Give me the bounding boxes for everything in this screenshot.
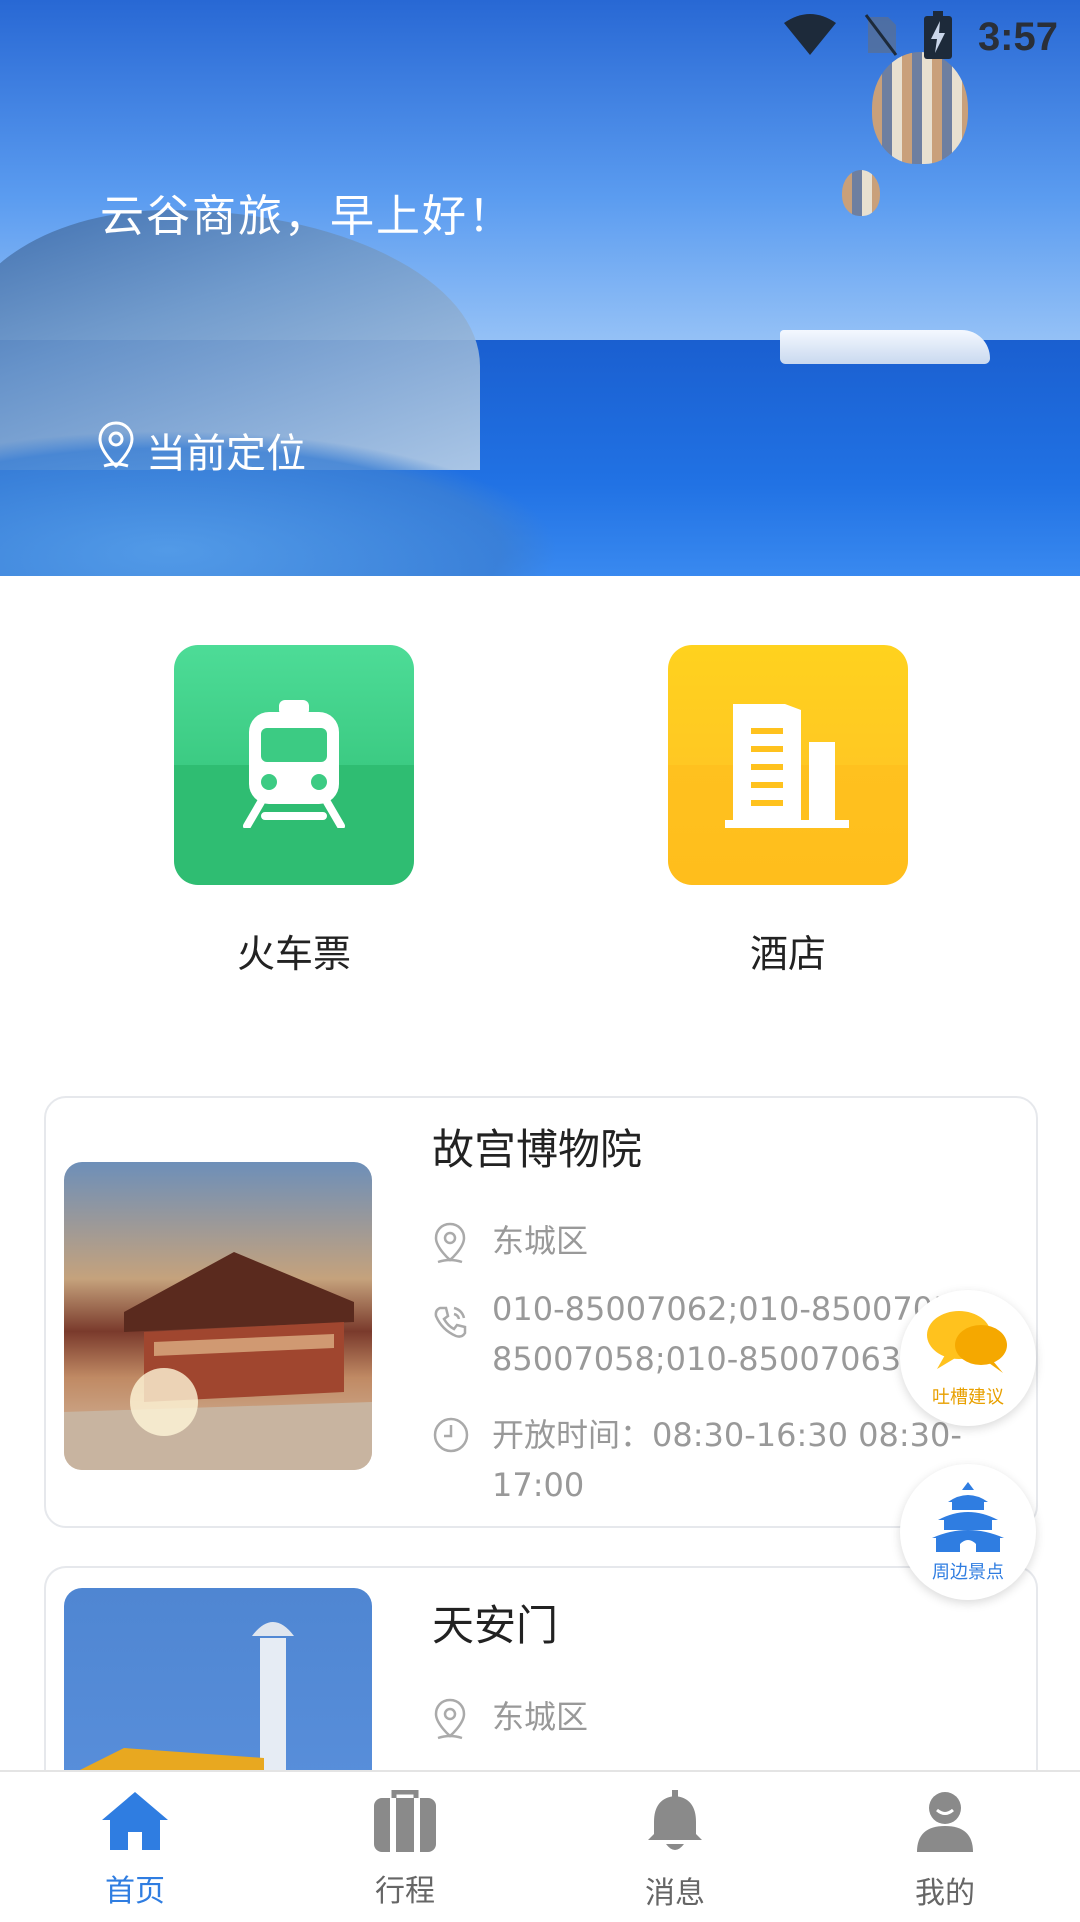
current-location-button[interactable]: 当前定位 — [96, 420, 306, 480]
battery-charging-icon — [923, 11, 952, 63]
attraction-hours-line2: 17:00 — [492, 1466, 585, 1504]
tab-home[interactable]: 首页 — [0, 1772, 270, 1922]
attraction-hours-row: 开放时间：08:30-16:30 08:30- 17:00 — [432, 1410, 992, 1510]
bottom-tab-bar: 首页 行程 消息 我的 — [0, 1770, 1080, 1922]
building-icon — [723, 698, 853, 832]
hotel-tile — [668, 645, 908, 885]
tab-itinerary[interactable]: 行程 — [270, 1772, 540, 1922]
train-ticket-label: 火车票 — [236, 932, 351, 976]
attraction-hours-line1: 开放时间：08:30-16:30 08:30- — [492, 1416, 962, 1454]
attraction-name: 故宫博物院 — [432, 1125, 643, 1174]
clock-time: 3:57 — [977, 14, 1058, 59]
nearby-attractions-label: 周边景点 — [932, 1562, 1004, 1583]
hot-air-balloon-small — [842, 170, 880, 216]
attraction-phone-line1: 010-85007062;010-85007057 — [492, 1290, 974, 1328]
train-ticket-button[interactable]: 火车票 — [174, 645, 414, 978]
bell-icon — [646, 1790, 704, 1858]
tab-profile[interactable]: 我的 — [810, 1772, 1080, 1922]
location-pin-icon — [96, 420, 136, 480]
no-sim-icon — [864, 13, 898, 61]
location-pin-icon — [432, 1698, 472, 1744]
attraction-district: 东城区 — [492, 1698, 589, 1736]
wifi-icon — [782, 13, 838, 61]
greeting-text: 云谷商旅，早上好！ — [100, 191, 514, 242]
feedback-button[interactable]: 吐槽建议 — [900, 1290, 1036, 1426]
hotel-label: 酒店 — [749, 932, 826, 976]
tab-home-label: 首页 — [105, 1874, 165, 1909]
attraction-name: 天安门 — [432, 1601, 559, 1650]
phone-icon — [432, 1304, 472, 1344]
suitcase-icon — [372, 1789, 438, 1856]
attraction-district-row: 东城区 — [432, 1216, 992, 1268]
nearby-attractions-button[interactable]: 周边景点 — [900, 1464, 1036, 1600]
temple-icon — [928, 1480, 1008, 1556]
tab-messages[interactable]: 消息 — [540, 1772, 810, 1922]
train-icon — [239, 698, 349, 832]
status-bar: 3:57 — [782, 11, 1058, 63]
attraction-card[interactable]: 故宫博物院 东城区 010-85007062;010-85007057 8500… — [44, 1096, 1038, 1528]
hotel-button[interactable]: 酒店 — [668, 645, 908, 978]
tab-messages-label: 消息 — [645, 1876, 705, 1911]
chat-bubbles-icon — [923, 1307, 1013, 1381]
clock-icon — [432, 1416, 472, 1458]
location-label: 当前定位 — [146, 431, 306, 477]
attraction-district-row: 东城区 — [432, 1692, 992, 1744]
location-pin-icon — [432, 1222, 472, 1268]
hot-air-balloon — [872, 52, 968, 164]
tab-itinerary-label: 行程 — [375, 1874, 435, 1909]
attraction-photo — [64, 1162, 372, 1470]
cruise-ship — [780, 330, 990, 364]
header-banner: 3:57 云谷商旅，早上好！ 当前定位 — [0, 0, 1080, 576]
person-icon — [915, 1790, 975, 1858]
train-tile — [174, 645, 414, 885]
attraction-district: 东城区 — [492, 1222, 589, 1260]
tab-profile-label: 我的 — [915, 1876, 975, 1911]
feedback-label: 吐槽建议 — [932, 1387, 1004, 1408]
home-icon — [100, 1790, 170, 1856]
